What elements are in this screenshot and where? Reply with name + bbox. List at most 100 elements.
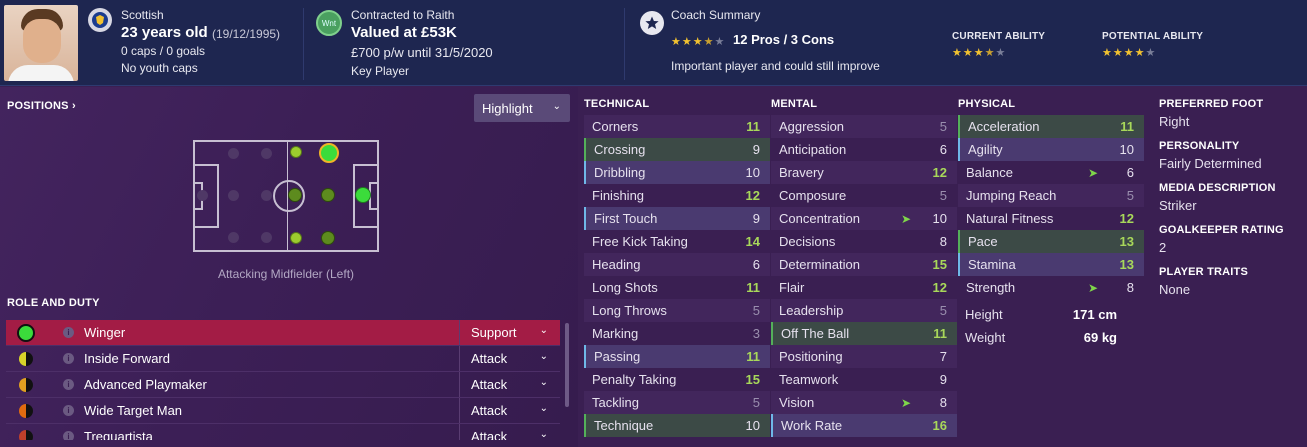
attribute-row[interactable]: Off The Ball 11 xyxy=(771,322,957,345)
position-slot[interactable] xyxy=(261,190,272,201)
position-slot[interactable] xyxy=(228,232,239,243)
weight-row: Weight 69 kg xyxy=(957,326,1143,349)
attribute-row[interactable]: Acceleration 11 xyxy=(958,115,1144,138)
attribute-value: 5 xyxy=(939,119,947,134)
highlight-dropdown[interactable]: Highlight ⌄ xyxy=(474,94,570,122)
attribute-label: Off The Ball xyxy=(781,326,850,341)
attribute-row[interactable]: First Touch 9 xyxy=(584,207,770,230)
position-slot[interactable] xyxy=(261,232,272,243)
position-slot[interactable] xyxy=(261,148,272,159)
info-icon[interactable]: i xyxy=(63,353,74,364)
attribute-row[interactable]: Aggression 5 xyxy=(771,115,957,138)
header-divider xyxy=(624,8,625,80)
position-selected[interactable] xyxy=(319,143,339,163)
height-label: Height xyxy=(965,307,1003,322)
attribute-row[interactable]: Jumping Reach 5 xyxy=(958,184,1144,207)
position-slot[interactable] xyxy=(228,148,239,159)
role-row-inside-forward[interactable]: i Inside Forward Attack ⌄ xyxy=(6,346,560,372)
attribute-row[interactable]: Work Rate 16 xyxy=(771,414,957,437)
info-icon[interactable]: i xyxy=(63,327,74,338)
attribute-value: 11 xyxy=(933,326,947,341)
duty-dropdown[interactable]: Attack ⌄ xyxy=(459,372,560,397)
duty-dropdown[interactable]: Attack ⌄ xyxy=(459,424,560,440)
attribute-row[interactable]: Stamina 13 xyxy=(958,253,1144,276)
info-icon[interactable]: i xyxy=(63,405,74,416)
player-info-column: PREFERRED FOOT Right PERSONALITY Fairly De… xyxy=(1159,98,1299,308)
attribute-row[interactable]: Heading 6 xyxy=(584,253,770,276)
attribute-row[interactable]: Bravery 12 xyxy=(771,161,957,184)
attribute-row[interactable]: Long Shots 11 xyxy=(584,276,770,299)
role-row-trequartista[interactable]: i Trequartista Attack ⌄ xyxy=(6,424,560,440)
star-icon[interactable] xyxy=(640,11,664,35)
attribute-row[interactable]: Marking 3 xyxy=(584,322,770,345)
attribute-row[interactable]: Positioning 7 xyxy=(771,345,957,368)
attribute-row[interactable]: Vision ➤ 8 xyxy=(771,391,957,414)
wage-contract: £700 p/w until 31/5/2020 xyxy=(351,45,493,60)
position-slot[interactable] xyxy=(321,188,335,202)
attribute-label: Finishing xyxy=(592,188,645,203)
attribute-label: Tackling xyxy=(592,395,639,410)
attribute-value: 13 xyxy=(1119,257,1134,272)
role-list-scrollbar[interactable] xyxy=(565,323,569,407)
contract-club[interactable]: Contracted to Raith xyxy=(351,8,454,22)
attribute-row[interactable]: Dribbling 10 xyxy=(584,161,770,184)
chevron-down-icon: ⌄ xyxy=(552,101,561,112)
attribute-label: Concentration xyxy=(779,211,860,226)
attribute-row[interactable]: Free Kick Taking 14 xyxy=(584,230,770,253)
player-photo[interactable] xyxy=(4,5,78,81)
attribute-row[interactable]: Agility 10 xyxy=(958,138,1144,161)
position-slot[interactable] xyxy=(197,190,208,201)
attribute-value: 11 xyxy=(746,349,760,364)
info-icon[interactable]: i xyxy=(63,379,74,390)
height-value: 171 cm xyxy=(1072,307,1117,322)
position-slot[interactable] xyxy=(290,146,302,158)
position-slot[interactable] xyxy=(228,190,239,201)
attribute-row[interactable]: Decisions 8 xyxy=(771,230,957,253)
position-slot[interactable] xyxy=(321,231,335,245)
attribute-row[interactable]: Leadership 5 xyxy=(771,299,957,322)
attribute-row[interactable]: Pace 13 xyxy=(958,230,1144,253)
duty-dropdown[interactable]: Attack ⌄ xyxy=(459,398,560,423)
attribute-value: 8 xyxy=(1126,280,1134,295)
attribute-row[interactable]: Composure 5 xyxy=(771,184,957,207)
attribute-row[interactable]: Passing 11 xyxy=(584,345,770,368)
header-divider xyxy=(303,8,304,80)
attribute-label: Heading xyxy=(592,257,641,272)
contract-status-badge: Wnt xyxy=(316,10,342,36)
attribute-row[interactable]: Determination 15 xyxy=(771,253,957,276)
attribute-value: 5 xyxy=(752,395,760,410)
role-row-winger[interactable]: i Winger Support ⌄ xyxy=(6,320,560,346)
potential-ability-label: POTENTIAL ABILITY xyxy=(1102,31,1204,42)
role-row-wide-target-man[interactable]: i Wide Target Man Attack ⌄ xyxy=(6,398,560,424)
attribute-row[interactable]: Flair 12 xyxy=(771,276,957,299)
attribute-row[interactable]: Crossing 9 xyxy=(584,138,770,161)
position-slot[interactable] xyxy=(355,187,371,203)
role-name: Winger xyxy=(84,325,126,340)
positions-title[interactable]: POSITIONS › xyxy=(7,100,76,112)
nation-flag-icon[interactable] xyxy=(88,8,112,32)
attribute-row[interactable]: Corners 11 xyxy=(584,115,770,138)
attribute-row[interactable]: Finishing 12 xyxy=(584,184,770,207)
attribute-row[interactable]: Balance ➤ 6 xyxy=(958,161,1144,184)
duty-dropdown[interactable]: Support ⌄ xyxy=(459,320,560,345)
attribute-row[interactable]: Tackling 5 xyxy=(584,391,770,414)
attribute-row[interactable]: Penalty Taking 15 xyxy=(584,368,770,391)
attribute-value: 15 xyxy=(745,372,760,387)
attribute-row[interactable]: Technique 10 xyxy=(584,414,770,437)
info-icon[interactable]: i xyxy=(63,431,74,440)
attribute-row[interactable]: Anticipation 6 xyxy=(771,138,957,161)
attribute-row[interactable]: Natural Fitness 12 xyxy=(958,207,1144,230)
position-slot[interactable] xyxy=(290,232,302,244)
attribute-value: 11 xyxy=(1120,119,1134,134)
role-row-advanced-playmaker[interactable]: i Advanced Playmaker Attack ⌄ xyxy=(6,372,560,398)
chevron-down-icon: ⌄ xyxy=(539,403,548,414)
attribute-row[interactable]: Teamwork 9 xyxy=(771,368,957,391)
attribute-row[interactable]: Concentration ➤ 10 xyxy=(771,207,957,230)
attribute-row[interactable]: Strength ➤ 8 xyxy=(958,276,1144,299)
attribute-value: 12 xyxy=(745,188,760,203)
physical-attributes: Acceleration 11 Agility 10 Balance ➤ 6 Jumpi… xyxy=(958,115,1144,299)
attribute-row[interactable]: Long Throws 5 xyxy=(584,299,770,322)
coach-pros-cons[interactable]: 12 Pros / 3 Cons xyxy=(733,32,834,47)
position-slot[interactable] xyxy=(288,188,302,202)
duty-dropdown[interactable]: Attack ⌄ xyxy=(459,346,560,371)
